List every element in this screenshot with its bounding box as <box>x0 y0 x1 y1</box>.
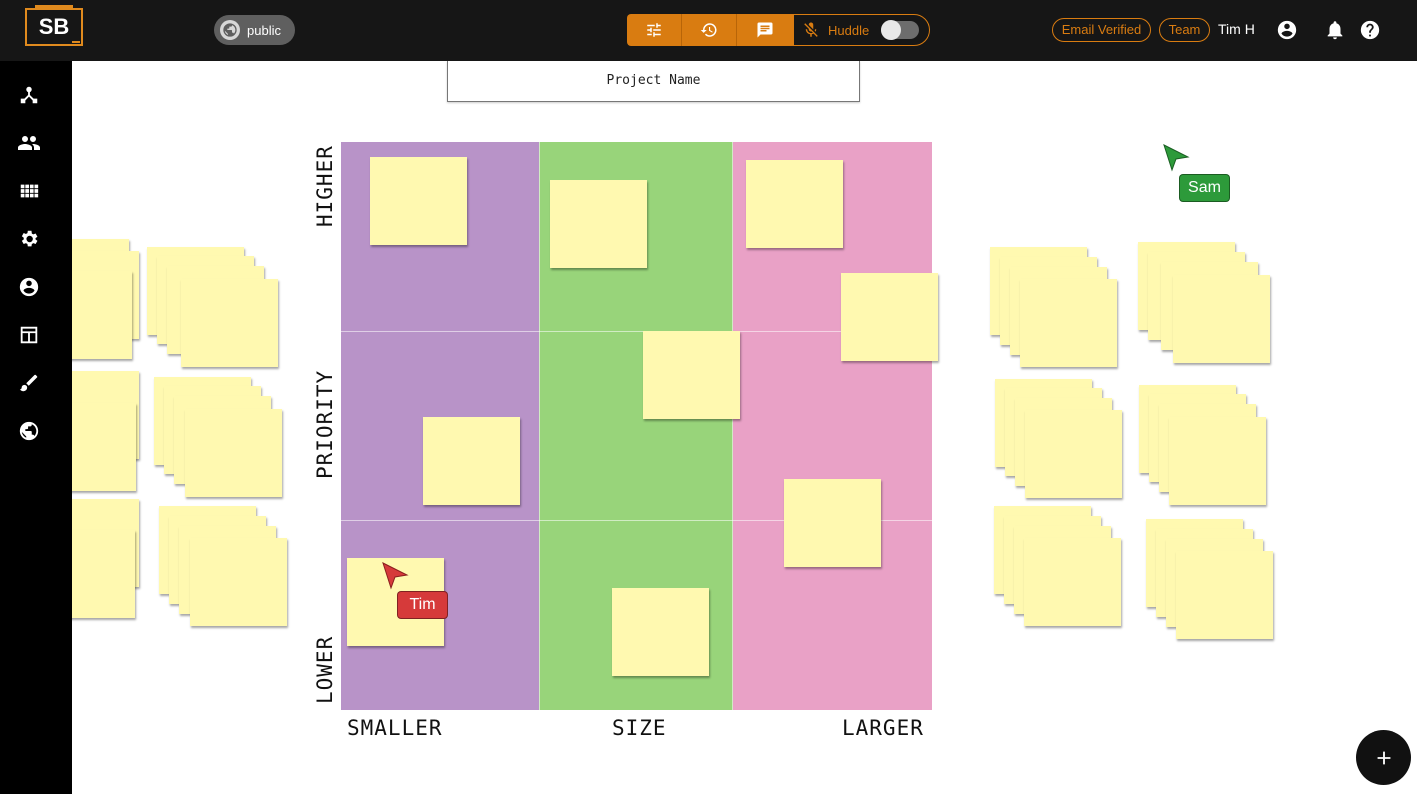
sticky-note[interactable] <box>72 271 132 359</box>
sticky-note[interactable] <box>370 157 467 245</box>
table-layout-icon <box>20 326 38 344</box>
huddle-toggle[interactable] <box>881 20 919 40</box>
globe-icon <box>220 20 240 40</box>
chat-button[interactable] <box>737 14 792 46</box>
whiteboard-canvas[interactable]: Project Name HIGHER PRIORITY LOWER SMALL… <box>72 61 1417 794</box>
sticky-note[interactable] <box>423 417 520 505</box>
sticky-note[interactable] <box>1024 538 1121 626</box>
sticky-note[interactable] <box>181 279 278 367</box>
grid-divider <box>539 142 540 710</box>
sidebar-item-apps[interactable] <box>17 179 41 203</box>
notifications-bell-icon[interactable] <box>1324 19 1346 41</box>
visibility-toggle[interactable]: public <box>214 15 295 45</box>
account-icon <box>19 277 39 297</box>
brush-icon <box>19 374 38 392</box>
tim-cursor-arrow-icon <box>382 562 409 590</box>
hub-icon <box>20 86 38 104</box>
sticky-note[interactable] <box>72 403 136 491</box>
board-toolbar <box>627 14 793 46</box>
add-button[interactable] <box>1356 730 1411 785</box>
user-name[interactable]: Tim H <box>1218 21 1255 37</box>
apps-grid-icon <box>20 184 39 198</box>
sidebar-item-brush[interactable] <box>17 371 41 395</box>
sidebar <box>0 61 72 794</box>
x-axis-left-label: SMALLER <box>347 716 443 740</box>
sam-cursor-label: Sam <box>1179 174 1230 202</box>
sticky-note[interactable] <box>190 538 287 626</box>
sticky-note[interactable] <box>1176 551 1273 639</box>
x-axis-right-label: LARGER <box>842 716 924 740</box>
sticky-note[interactable] <box>612 588 709 676</box>
sticky-note[interactable] <box>185 409 282 497</box>
sliders-icon <box>647 23 661 37</box>
sam-cursor-arrow-icon <box>1163 144 1190 172</box>
plus-icon <box>1377 751 1390 764</box>
people-icon <box>18 136 40 150</box>
y-axis-title: PRIORITY <box>313 369 337 479</box>
sticky-note[interactable] <box>784 479 881 567</box>
account-circle-icon[interactable] <box>1276 19 1298 41</box>
sticky-note[interactable] <box>550 180 647 268</box>
sticky-note[interactable] <box>1020 279 1117 367</box>
sticky-note[interactable] <box>841 273 938 361</box>
team-badge[interactable]: Team <box>1159 18 1210 42</box>
sticky-note[interactable] <box>1169 417 1266 505</box>
app-logo[interactable]: SB <box>25 5 83 46</box>
sidebar-item-hub[interactable] <box>17 83 41 107</box>
visibility-label: public <box>247 22 281 38</box>
sidebar-item-people[interactable] <box>17 131 41 155</box>
huddle-label: Huddle <box>828 22 870 38</box>
mic-off-icon[interactable] <box>802 21 820 39</box>
help-icon[interactable] <box>1359 19 1381 41</box>
globe-icon <box>19 421 39 441</box>
sticky-note[interactable] <box>643 331 740 419</box>
huddle-control: Huddle <box>793 14 930 46</box>
sidebar-item-settings[interactable] <box>17 227 41 251</box>
tim-cursor-label: Tim <box>397 591 448 619</box>
settings-gear-icon <box>21 230 38 247</box>
email-verified-badge[interactable]: Email Verified <box>1052 18 1151 42</box>
history-icon <box>700 23 717 37</box>
sticky-note[interactable] <box>1025 410 1122 498</box>
history-button[interactable] <box>682 14 737 46</box>
sidebar-item-layouts[interactable] <box>17 323 41 347</box>
sticky-note[interactable] <box>1173 275 1270 363</box>
sidebar-item-public[interactable] <box>17 419 41 443</box>
sticky-note[interactable] <box>72 530 135 618</box>
y-axis-top-label: HIGHER <box>313 145 337 227</box>
sliders-button[interactable] <box>627 14 682 46</box>
chat-icon <box>757 22 772 38</box>
x-axis-title: SIZE <box>612 716 667 740</box>
project-name-field[interactable]: Project Name <box>447 61 860 102</box>
grid-divider <box>732 142 733 710</box>
sidebar-item-account[interactable] <box>17 275 41 299</box>
y-axis-bottom-label: LOWER <box>313 635 337 704</box>
top-bar: SB public Huddle Email Verified Team Tim… <box>0 0 1417 61</box>
sticky-note[interactable] <box>746 160 843 248</box>
